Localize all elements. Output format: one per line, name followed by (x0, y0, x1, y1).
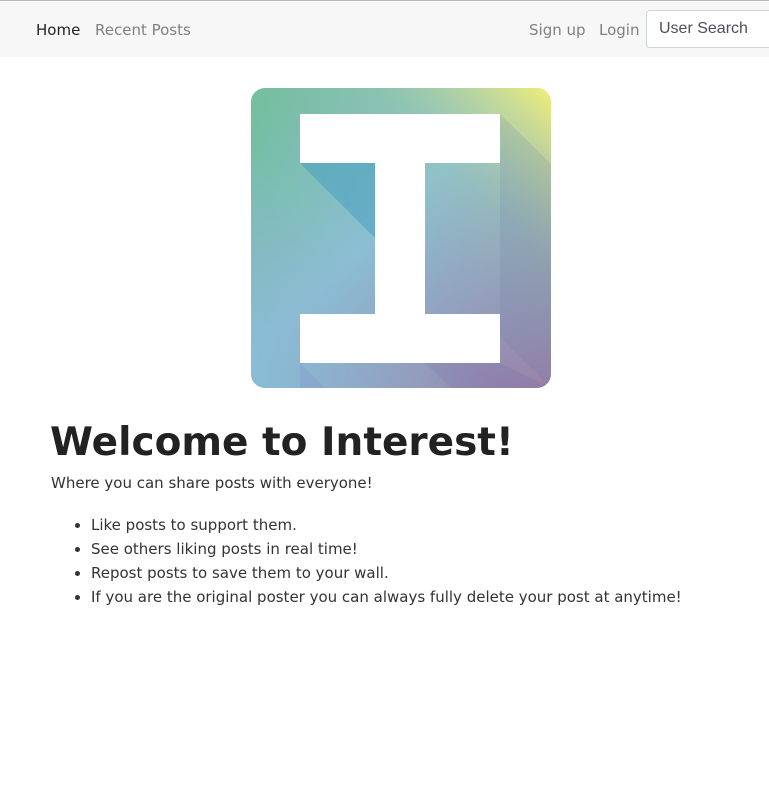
nav-home-link[interactable]: Home (36, 20, 80, 40)
list-item: If you are the original poster you can a… (91, 585, 682, 609)
list-item: Like posts to support them. (91, 513, 682, 537)
interest-logo-graphic (251, 88, 551, 388)
list-item: See others liking posts in real time! (91, 537, 682, 561)
user-search-input[interactable] (646, 10, 769, 48)
login-link[interactable]: Login (599, 20, 639, 40)
nav-recent-posts-link[interactable]: Recent Posts (95, 20, 191, 40)
interest-logo (251, 88, 551, 388)
navbar: Home Recent Posts Sign up Login (0, 1, 769, 57)
signup-link[interactable]: Sign up (529, 20, 586, 40)
page-title: Welcome to Interest! (50, 420, 514, 465)
tagline: Where you can share posts with everyone! (51, 474, 373, 492)
features-list: Like posts to support them. See others l… (51, 513, 682, 609)
list-item: Repost posts to save them to your wall. (91, 561, 682, 585)
